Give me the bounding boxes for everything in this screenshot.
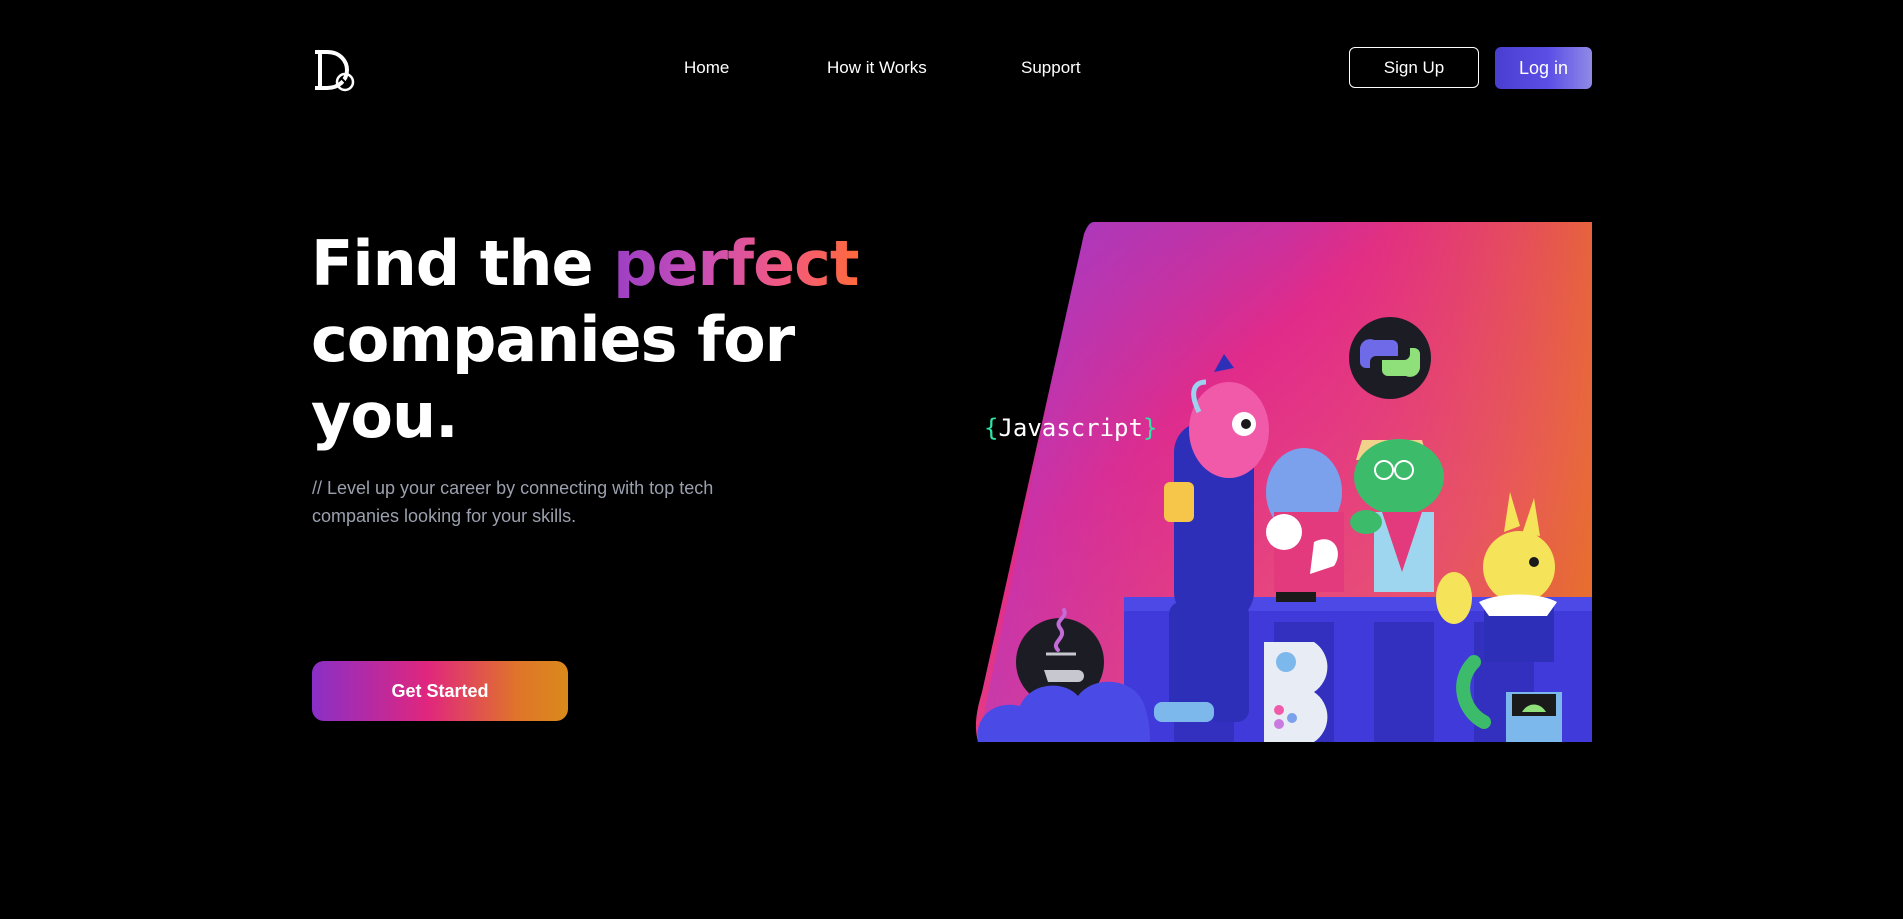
get-started-button[interactable]: Get Started bbox=[312, 661, 568, 721]
hero-subtext: // Level up your career by connecting wi… bbox=[312, 478, 714, 526]
blue-character bbox=[1266, 448, 1344, 602]
hero-illustration bbox=[974, 222, 1592, 742]
headline-accent: perfect bbox=[613, 227, 859, 300]
nav-link-support[interactable]: Support bbox=[1021, 58, 1081, 78]
python-icon bbox=[1349, 317, 1431, 399]
brace-open: { bbox=[984, 414, 999, 442]
landing-page: Home How it Works Support Sign Up Log in… bbox=[0, 0, 1903, 919]
nav-link-home[interactable]: Home bbox=[684, 58, 729, 78]
top-navigation: Home How it Works Support Sign Up Log in bbox=[0, 0, 1903, 140]
hero-headline: Find the perfect companies for you. bbox=[311, 226, 931, 454]
javascript-code-label: {Javascript} bbox=[984, 414, 1157, 442]
headline-part3: you. bbox=[311, 379, 459, 452]
logo-icon[interactable] bbox=[311, 48, 359, 92]
headline-part1: Find the bbox=[311, 227, 614, 300]
sign-up-button[interactable]: Sign Up bbox=[1349, 47, 1479, 88]
nav-link-how-it-works[interactable]: How it Works bbox=[827, 58, 927, 78]
code-label-text: Javascript bbox=[998, 414, 1143, 442]
log-in-button[interactable]: Log in bbox=[1495, 47, 1592, 89]
brace-close: } bbox=[1142, 414, 1158, 442]
headline-part2: companies for bbox=[311, 303, 795, 376]
